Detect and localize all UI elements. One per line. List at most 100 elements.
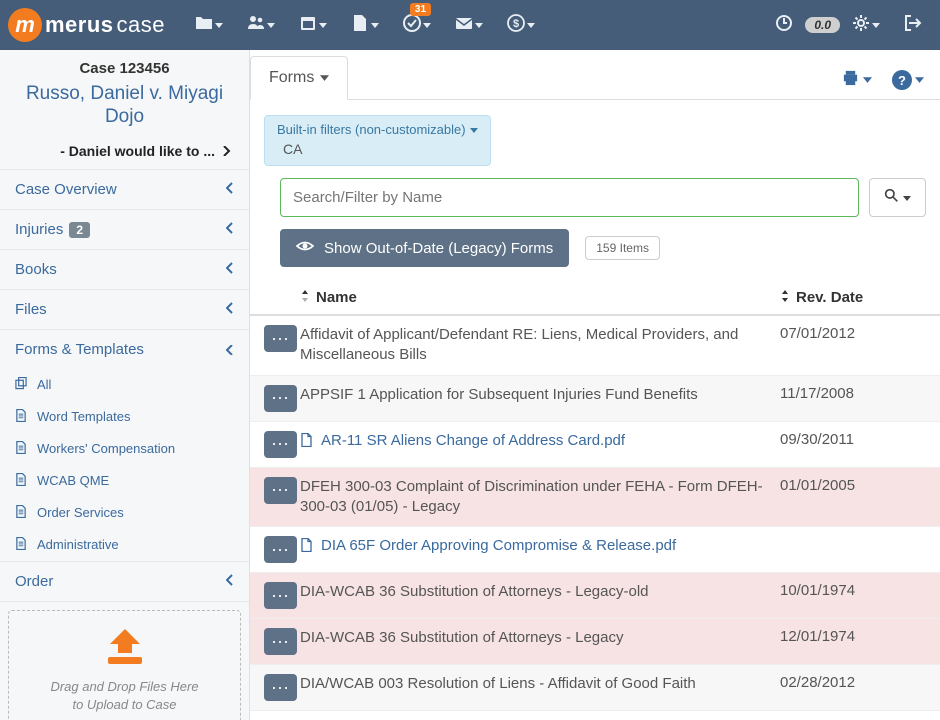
search-icon	[884, 188, 899, 208]
file-icon	[15, 473, 27, 489]
nav-calendar[interactable]	[287, 0, 339, 50]
sub-item-administrative[interactable]: Administrative	[0, 529, 249, 561]
table-row: ...DIA-WCAB 36 Substitution of Attorneys…	[250, 619, 940, 665]
help-dropdown[interactable]: ?	[892, 70, 924, 90]
form-name-cell[interactable]: DIA/WCAB 003 Resolution of Liens - Affid…	[300, 674, 780, 694]
sort-icon	[300, 289, 310, 306]
file-dropzone[interactable]: Drag and Drop Files Hereto Upload to Cas…	[8, 610, 241, 720]
caret-down-icon	[267, 16, 275, 34]
caret-down-icon	[863, 71, 872, 89]
items-count-badge: 159 Items	[585, 236, 660, 260]
case-note[interactable]: - Daniel would like to ...	[0, 137, 249, 169]
row-actions-button[interactable]: ...	[264, 431, 297, 458]
show-legacy-button[interactable]: Show Out-of-Date (Legacy) Forms	[280, 229, 569, 267]
form-name-cell[interactable]: Affidavit of Applicant/Defendant RE: Lie…	[300, 325, 780, 366]
sidebar-item-case-overview[interactable]: Case Overview	[0, 169, 249, 209]
caret-down-icon	[320, 69, 329, 87]
row-actions-button[interactable]: ...	[264, 536, 297, 563]
timer-pill[interactable]: 0.0	[805, 17, 840, 33]
row-actions-button[interactable]: ...	[264, 385, 297, 412]
tab-right-tools: ?	[841, 69, 924, 99]
row-actions-button[interactable]: ...	[264, 674, 297, 701]
row-actions-button[interactable]: ...	[264, 325, 297, 352]
case-header: Case 123456 Russo, Daniel v. Miyagi Dojo	[0, 50, 249, 137]
sidebar-item-files[interactable]: Files	[0, 289, 249, 329]
nav-document[interactable]	[339, 0, 391, 50]
nav-mail[interactable]	[443, 0, 495, 50]
form-name-cell[interactable]: DIA-WCAB 36 Substitution of Attorneys - …	[300, 582, 780, 602]
topbar: m meruscase 31 0.0	[0, 0, 940, 50]
column-header-rev-date[interactable]: Rev. Date	[780, 289, 940, 306]
sub-item-label: Order Services	[37, 505, 124, 520]
column-header-name[interactable]: Name	[300, 289, 780, 306]
sub-item-word-templates[interactable]: Word Templates	[0, 401, 249, 433]
sub-item-label: Word Templates	[37, 409, 130, 424]
table-row: ...APPSIF 1 Application for Subsequent I…	[250, 376, 940, 422]
form-name-cell[interactable]: DIA 65F Order Approving Compromise & Rel…	[300, 536, 780, 558]
rev-date-cell: 09/30/2011	[780, 431, 940, 448]
sidebar-item-books[interactable]: Books	[0, 249, 249, 289]
nav-users[interactable]	[235, 0, 287, 50]
table-header: Name Rev. Date	[250, 279, 940, 316]
table-row: ... AR-11 SR Aliens Change of Address Car…	[250, 422, 940, 468]
logo-text-case: case	[117, 12, 165, 38]
nav-billing[interactable]	[495, 0, 547, 50]
gear-icon	[852, 14, 870, 37]
filter-chip-value: CA	[283, 141, 478, 157]
form-name-text: AR-11 SR Aliens Change of Address Card.p…	[321, 431, 625, 451]
print-dropdown[interactable]	[841, 69, 872, 91]
dollar-icon	[507, 14, 525, 37]
pdf-icon	[300, 536, 313, 558]
form-name-text: APPSIF 1 Application for Subsequent Inju…	[300, 385, 698, 405]
eye-icon	[296, 239, 314, 257]
nav-settings[interactable]	[840, 0, 892, 50]
logo[interactable]: m meruscase	[6, 8, 175, 42]
chevron-left-icon	[226, 181, 234, 198]
row-actions-button[interactable]: ...	[264, 582, 297, 609]
sidebar-item-label: Order	[15, 573, 53, 590]
row-actions-button[interactable]: ...	[264, 477, 297, 504]
rev-date-cell: 01/01/2005	[780, 477, 940, 494]
filter-chip[interactable]: Built-in filters (non-customizable) CA	[264, 115, 491, 166]
topbar-right: 0.0	[763, 0, 934, 50]
nav-tasks[interactable]: 31	[391, 0, 443, 50]
form-name-cell[interactable]: AR-11 SR Aliens Change of Address Card.p…	[300, 431, 780, 453]
sidebar-item-injuries[interactable]: Injuries2	[0, 209, 249, 249]
form-name-text: DIA-WCAB 36 Substitution of Attorneys - …	[300, 628, 623, 648]
file-icon	[15, 441, 27, 457]
sub-item-label: Workers' Compensation	[37, 441, 175, 456]
nav-logout[interactable]	[892, 0, 934, 50]
row-actions-button[interactable]: ...	[264, 628, 297, 655]
chevron-left-icon	[226, 573, 234, 590]
tab-forms[interactable]: Forms	[250, 56, 348, 100]
nav-timer[interactable]	[763, 0, 805, 50]
dropzone-text: Drag and Drop Files Hereto Upload to Cas…	[19, 678, 230, 714]
check-circle-icon	[403, 14, 421, 37]
pdf-icon	[300, 431, 313, 453]
sub-item-order-services[interactable]: Order Services	[0, 497, 249, 529]
rev-date-cell: 12/01/1974	[780, 628, 940, 645]
sub-item-all[interactable]: All	[0, 369, 249, 401]
sub-item-workers-comp[interactable]: Workers' Compensation	[0, 433, 249, 465]
search-options-button[interactable]	[869, 178, 926, 217]
show-legacy-label: Show Out-of-Date (Legacy) Forms	[324, 240, 553, 257]
sidebar-item-forms-templates[interactable]: Forms & Templates	[0, 329, 249, 369]
sidebar: Case 123456 Russo, Daniel v. Miyagi Dojo…	[0, 50, 250, 720]
search-input[interactable]	[280, 178, 859, 217]
caret-down-icon	[872, 16, 880, 34]
sidebar-item-label: Forms & Templates	[15, 341, 144, 358]
users-icon	[247, 14, 265, 37]
form-name-cell[interactable]: APPSIF 1 Application for Subsequent Inju…	[300, 385, 780, 405]
case-title[interactable]: Russo, Daniel v. Miyagi Dojo	[6, 83, 243, 129]
form-name-cell[interactable]: DIA-WCAB 36 Substitution of Attorneys - …	[300, 628, 780, 648]
table-row: ...DFEH 300-03 Complaint of Discriminati…	[250, 468, 940, 528]
case-number: Case 123456	[6, 60, 243, 77]
form-name-cell[interactable]: DFEH 300-03 Complaint of Discrimination …	[300, 477, 780, 518]
case-note-text: - Daniel would like to ...	[60, 143, 215, 159]
sub-item-wcab-qme[interactable]: WCAB QME	[0, 465, 249, 497]
caret-down-icon	[215, 16, 223, 34]
nav-folder[interactable]	[183, 0, 235, 50]
rev-date-cell: 07/01/2012	[780, 325, 940, 342]
sidebar-item-order[interactable]: Order	[0, 561, 249, 601]
caret-down-icon	[423, 16, 431, 34]
